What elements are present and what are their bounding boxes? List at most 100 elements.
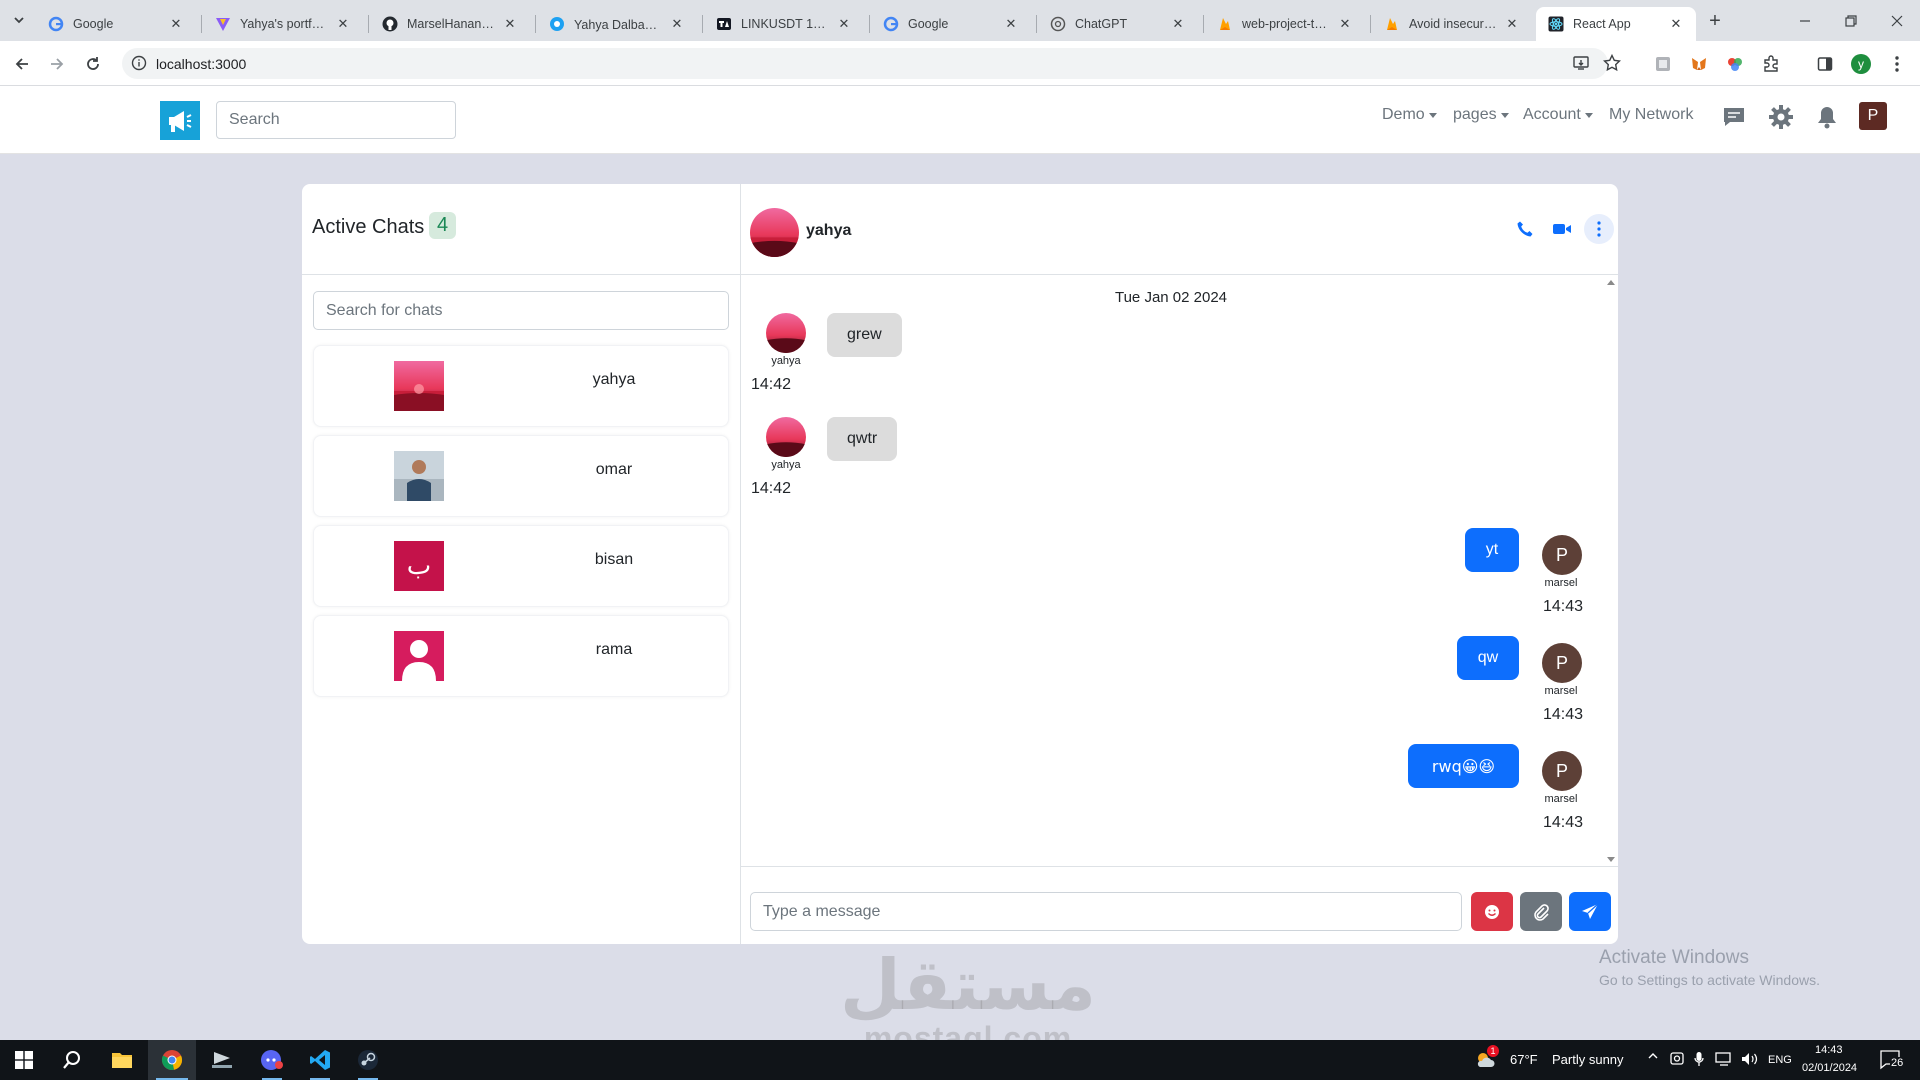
browser-tab[interactable]: Google ✕ bbox=[36, 7, 196, 41]
send-button[interactable] bbox=[1569, 892, 1611, 931]
clock-time[interactable]: 14:43 bbox=[1815, 1044, 1843, 1056]
extensions-puzzle-icon[interactable] bbox=[1758, 51, 1784, 77]
tab-close-icon[interactable]: ✕ bbox=[669, 16, 685, 32]
message-scrollbar[interactable] bbox=[1603, 276, 1618, 866]
nav-demo-dropdown[interactable]: Demo bbox=[1382, 106, 1437, 124]
message-avatar: P bbox=[1542, 643, 1582, 683]
close-window-icon[interactable] bbox=[1884, 8, 1910, 34]
browser-menu-icon[interactable] bbox=[1884, 51, 1910, 77]
chrome-taskbar-icon[interactable] bbox=[148, 1040, 196, 1080]
attach-button[interactable] bbox=[1520, 892, 1562, 931]
url-text: localhost:3000 bbox=[156, 56, 247, 72]
microphone-icon[interactable] bbox=[1694, 1051, 1704, 1067]
nav-my-network-link[interactable]: My Network bbox=[1609, 106, 1693, 124]
language-indicator[interactable]: ENG bbox=[1768, 1054, 1792, 1066]
file-explorer-icon[interactable] bbox=[98, 1040, 146, 1080]
navbar-search-input[interactable] bbox=[216, 101, 456, 139]
steam-icon[interactable] bbox=[344, 1040, 392, 1080]
address-bar[interactable]: localhost:3000 bbox=[122, 48, 1621, 79]
new-tab-icon[interactable]: + bbox=[1702, 8, 1728, 34]
metamask-icon[interactable] bbox=[1686, 51, 1712, 77]
weather-temperature[interactable]: 67°F bbox=[1510, 1052, 1538, 1067]
message-input[interactable] bbox=[750, 892, 1462, 931]
notification-center-icon[interactable]: 26 bbox=[1880, 1050, 1905, 1070]
contact-item[interactable]: ب bisan bbox=[313, 525, 729, 607]
video-call-button[interactable] bbox=[1547, 214, 1577, 244]
settings-gear-icon[interactable] bbox=[1767, 103, 1795, 131]
watermark-arabic: مستقل bbox=[840, 944, 1097, 1026]
bookmark-star-icon[interactable] bbox=[1603, 54, 1621, 72]
app-taskbar-icon[interactable] bbox=[198, 1040, 246, 1080]
tab-close-icon[interactable]: ✕ bbox=[1668, 16, 1684, 32]
reload-icon[interactable] bbox=[80, 51, 106, 77]
app-logo[interactable] bbox=[160, 101, 200, 140]
scroll-up-arrow-icon[interactable] bbox=[1607, 280, 1615, 285]
browser-tab[interactable]: web-project-team ✕ bbox=[1205, 7, 1365, 41]
more-options-button[interactable] bbox=[1584, 214, 1614, 244]
messages-icon[interactable] bbox=[1720, 103, 1748, 131]
restore-icon[interactable] bbox=[1838, 8, 1864, 34]
tab-close-icon[interactable]: ✕ bbox=[1003, 16, 1019, 32]
video-camera-icon bbox=[1553, 224, 1571, 234]
back-icon[interactable] bbox=[9, 51, 35, 77]
volume-icon[interactable] bbox=[1741, 1052, 1759, 1066]
show-hidden-icons-chevron-icon[interactable] bbox=[1647, 1050, 1659, 1062]
tab-close-icon[interactable]: ✕ bbox=[168, 16, 184, 32]
circle-icon bbox=[549, 16, 565, 32]
profile-avatar[interactable]: y bbox=[1848, 51, 1874, 77]
browser-tab[interactable]: MarselHanani/Me ✕ bbox=[370, 7, 530, 41]
vscode-icon[interactable] bbox=[296, 1040, 344, 1080]
windows-start-icon[interactable] bbox=[0, 1040, 48, 1080]
tab-close-icon[interactable]: ✕ bbox=[836, 16, 852, 32]
color-extension-icon[interactable] bbox=[1722, 51, 1748, 77]
message-list: Tue Jan 02 2024 yahya grew 14:42 yahya q… bbox=[741, 276, 1618, 866]
forward-icon[interactable] bbox=[44, 51, 70, 77]
react-icon bbox=[1548, 16, 1564, 32]
browser-tab[interactable]: LINKUSDT 15.897 ✕ bbox=[704, 7, 864, 41]
notifications-bell-icon[interactable] bbox=[1813, 103, 1841, 131]
tab-close-icon[interactable]: ✕ bbox=[1337, 16, 1353, 32]
side-panel-icon[interactable] bbox=[1812, 51, 1838, 77]
emoji-button[interactable] bbox=[1471, 892, 1513, 931]
network-icon[interactable] bbox=[1715, 1052, 1733, 1066]
peer-avatar[interactable] bbox=[750, 208, 799, 257]
chatgpt-icon bbox=[1050, 16, 1066, 32]
profile-initial: y bbox=[1851, 54, 1871, 74]
message-sender: marsel bbox=[1544, 685, 1578, 697]
clock-date[interactable]: 02/01/2024 bbox=[1802, 1062, 1857, 1074]
browser-tab[interactable]: Google ✕ bbox=[871, 7, 1031, 41]
tab-close-icon[interactable]: ✕ bbox=[502, 16, 518, 32]
scroll-down-arrow-icon[interactable] bbox=[1607, 857, 1615, 862]
tab-close-icon[interactable]: ✕ bbox=[335, 16, 351, 32]
chat-card: Active Chats 4 yahya omar ب bisan bbox=[302, 184, 1618, 944]
chat-search-input[interactable] bbox=[313, 291, 729, 330]
voice-call-button[interactable] bbox=[1510, 214, 1540, 244]
contact-item[interactable]: rama bbox=[313, 615, 729, 697]
browser-tab[interactable]: ChatGPT ✕ bbox=[1038, 7, 1198, 41]
tab-search-icon[interactable] bbox=[6, 7, 32, 33]
browser-tab[interactable]: Yahya's portfolio ✕ bbox=[203, 7, 363, 41]
tab-close-icon[interactable]: ✕ bbox=[1504, 16, 1520, 32]
contact-item[interactable]: yahya bbox=[313, 345, 729, 427]
browser-tab-active[interactable]: React App ✕ bbox=[1536, 7, 1696, 41]
camera-tray-icon[interactable] bbox=[1670, 1051, 1684, 1067]
weather-icon[interactable]: 1 bbox=[1470, 1040, 1500, 1080]
message-bubble-outgoing: rwq😀😆 bbox=[1408, 744, 1519, 788]
nav-account-dropdown[interactable]: Account bbox=[1523, 106, 1593, 124]
message-avatar bbox=[766, 417, 806, 457]
install-app-icon[interactable] bbox=[1573, 55, 1589, 71]
github-icon bbox=[382, 16, 398, 32]
user-avatar[interactable]: P bbox=[1859, 102, 1887, 130]
search-icon[interactable] bbox=[48, 1040, 96, 1080]
browser-tab[interactable]: Avoid insecure ru ✕ bbox=[1372, 7, 1532, 41]
tab-close-icon[interactable]: ✕ bbox=[1170, 16, 1186, 32]
extension-icon[interactable] bbox=[1650, 51, 1676, 77]
weather-condition[interactable]: Partly sunny bbox=[1552, 1052, 1624, 1067]
minimize-icon[interactable] bbox=[1792, 8, 1818, 34]
site-info-icon[interactable] bbox=[131, 55, 147, 71]
contact-item[interactable]: omar bbox=[313, 435, 729, 517]
browser-tab[interactable]: Yahya Dalbah - لـ ✕ bbox=[537, 7, 697, 41]
discord-icon[interactable] bbox=[248, 1040, 296, 1080]
message-sender: marsel bbox=[1544, 793, 1578, 805]
nav-pages-dropdown[interactable]: pages bbox=[1453, 106, 1509, 124]
